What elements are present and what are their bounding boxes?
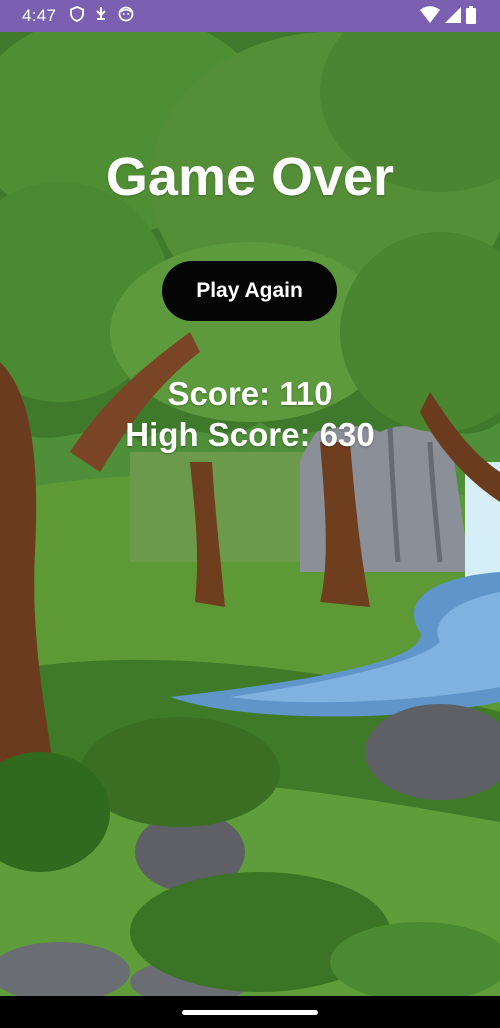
high-score-text: High Score: 630	[125, 416, 375, 453]
status-time: 4:47	[22, 6, 57, 25]
battery-icon	[466, 6, 476, 29]
play-again-button[interactable]: Play Again	[162, 261, 337, 321]
game-over-title: Game Over	[105, 147, 395, 207]
wifi-icon	[420, 6, 440, 29]
navigation-bar	[0, 996, 500, 1028]
usb-debug-icon	[94, 6, 108, 27]
cellular-signal-icon	[444, 6, 462, 29]
status-bar: 4:47	[0, 0, 500, 32]
game-over-overlay: Game Over Play Again Score: 110 High Sco…	[0, 32, 500, 996]
home-gesture-handle[interactable]	[182, 1010, 318, 1015]
shield-icon	[70, 5, 85, 27]
score-text: Score: 110	[167, 375, 333, 412]
face-icon	[118, 6, 134, 27]
